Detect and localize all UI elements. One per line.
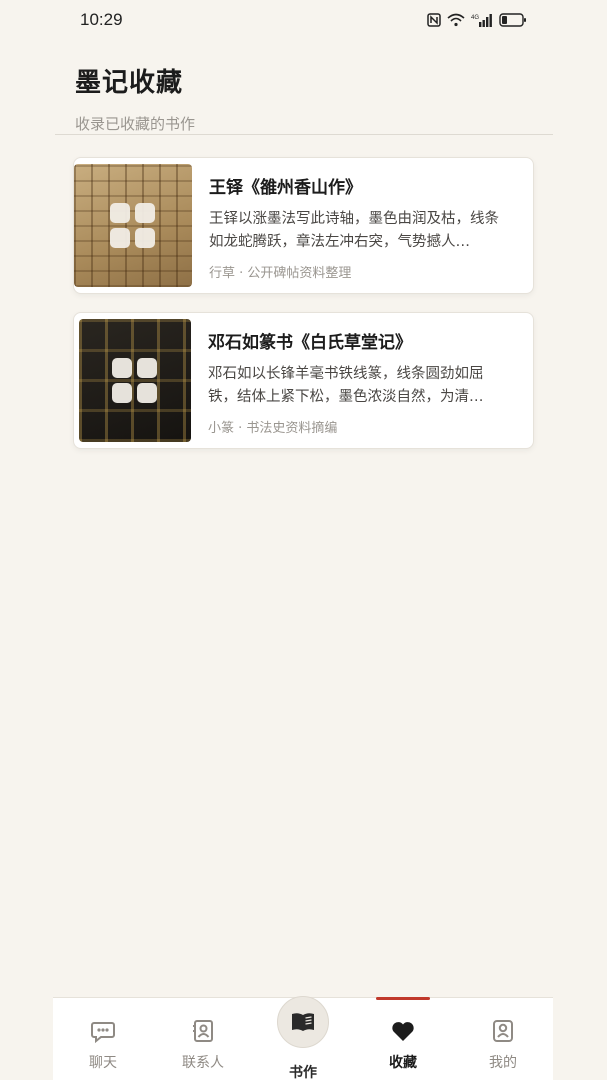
header-divider bbox=[55, 134, 553, 135]
artwork-thumbnail[interactable] bbox=[74, 164, 192, 287]
nav-center-button[interactable] bbox=[277, 996, 329, 1048]
status-icons: 4G bbox=[427, 13, 527, 27]
nav-item-profile[interactable]: 我的 bbox=[453, 998, 553, 1080]
card-body: 邓石如篆书《白氏草堂记》 邓石如以长锋羊毫书铁线篆，线条圆劲如屈铁，结体上紧下松… bbox=[191, 313, 533, 448]
nav-label: 联系人 bbox=[182, 1055, 224, 1071]
header: 墨记收藏 收录已收藏的书作 bbox=[75, 62, 195, 134]
battery-icon bbox=[499, 13, 526, 27]
artwork-thumbnail[interactable] bbox=[79, 319, 191, 442]
card-body: 王铎《雒州香山作》 王铎以涨墨法写此诗轴，墨色由润及枯，线条如龙蛇腾跃，章法左冲… bbox=[192, 158, 533, 293]
heart-icon bbox=[392, 1022, 414, 1041]
apps-grid-icon bbox=[110, 202, 156, 249]
collection-card[interactable]: 王铎《雒州香山作》 王铎以涨墨法写此诗轴，墨色由润及枯，线条如龙蛇腾跃，章法左冲… bbox=[73, 157, 534, 294]
profile-icon bbox=[493, 1020, 513, 1042]
status-bar: 10:29 4G bbox=[0, 0, 607, 40]
page-subtitle: 收录已收藏的书作 bbox=[75, 115, 196, 133]
wifi-icon bbox=[447, 13, 465, 27]
nav-item-chat[interactable]: 聊天 bbox=[53, 998, 153, 1080]
nav-label: 聊天 bbox=[89, 1055, 117, 1071]
card-meta: 小篆 · 书法史资料摘编 bbox=[208, 421, 338, 436]
card-description: 邓石如以长锋羊毫书铁线篆，线条圆劲如屈铁，结体上紧下松，墨色浓淡自然，为清… bbox=[208, 366, 484, 405]
collection-card[interactable]: 邓石如篆书《白氏草堂记》 邓石如以长锋羊毫书铁线篆，线条圆劲如屈铁，结体上紧下松… bbox=[73, 312, 534, 449]
nav-label: 书作 bbox=[289, 1065, 317, 1080]
network-type: 4G bbox=[471, 15, 479, 21]
chat-icon bbox=[91, 1022, 115, 1044]
nav-label: 我的 bbox=[489, 1055, 517, 1071]
nfc-icon bbox=[427, 13, 441, 27]
contacts-icon bbox=[193, 1020, 213, 1042]
page-title: 墨记收藏 bbox=[75, 68, 184, 98]
signal-4g-icon: 4G bbox=[471, 14, 492, 27]
apps-grid-icon bbox=[112, 357, 158, 404]
book-icon bbox=[292, 1013, 314, 1031]
card-description: 王铎以涨墨法写此诗轴，墨色由润及枯，线条如龙蛇腾跃，章法左冲右突，气势撼人… bbox=[209, 211, 499, 250]
active-tab-indicator bbox=[376, 997, 430, 1000]
card-meta: 行草 · 公开碑帖资料整理 bbox=[209, 266, 352, 281]
bottom-nav: 聊天 联系人 书作 收藏 我的 bbox=[53, 996, 553, 1080]
nav-item-favorites[interactable]: 收藏 bbox=[353, 997, 453, 1080]
nav-item-works[interactable]: 书作 bbox=[253, 996, 353, 1080]
card-title: 邓石如篆书《白氏草堂记》 bbox=[208, 333, 412, 353]
status-time: 10:29 bbox=[80, 10, 123, 29]
card-title: 王铎《雒州香山作》 bbox=[209, 178, 362, 198]
nav-label: 收藏 bbox=[389, 1055, 417, 1071]
nav-item-contacts[interactable]: 联系人 bbox=[153, 998, 253, 1080]
